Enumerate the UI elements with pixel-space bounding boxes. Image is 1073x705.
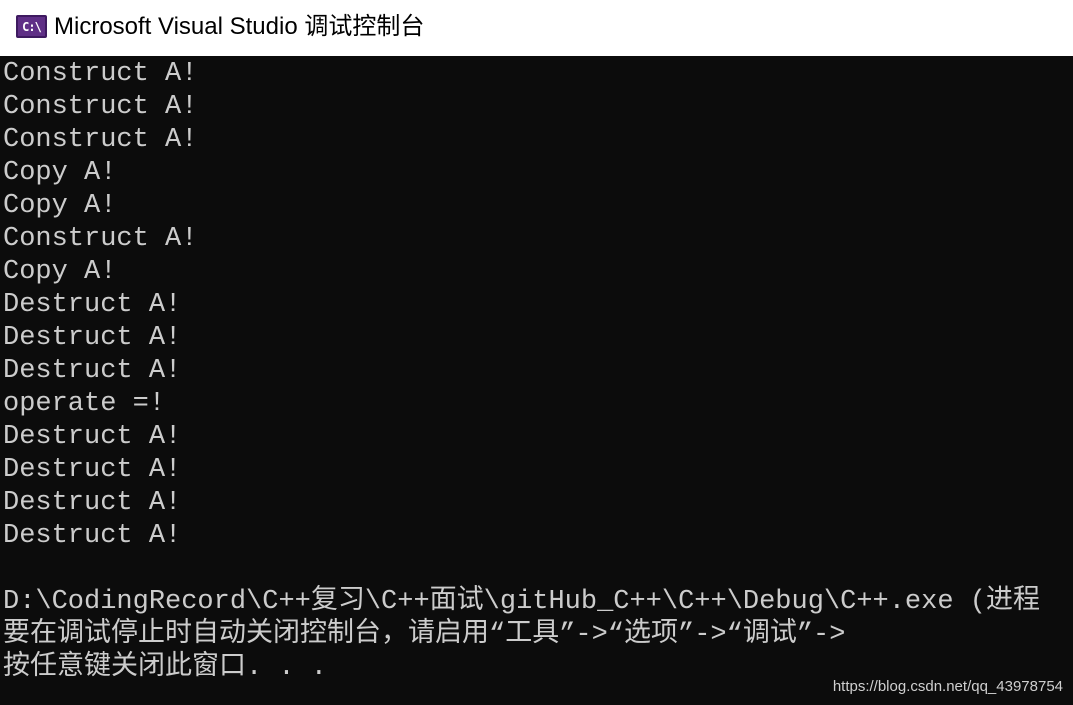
console-line: Destruct A!: [3, 290, 182, 320]
console-line: Destruct A!: [3, 455, 182, 485]
console-line: Copy A!: [3, 158, 117, 188]
console-output: Construct A! Construct A! Construct A! C…: [3, 58, 1040, 685]
console-window: C:\ Microsoft Visual Studio 调试控制台 Constr…: [0, 0, 1073, 705]
window-title: Microsoft Visual Studio 调试控制台: [54, 13, 425, 40]
csdn-watermark: https://blog.csdn.net/qq_43978754: [832, 678, 1063, 695]
console-line: Construct A!: [3, 125, 198, 155]
console-line-exit-path: D:\CodingRecord\C++复习\C++面试\gitHub_C++\C…: [3, 587, 1040, 617]
vs-debug-console-icon: C:\: [16, 15, 47, 38]
console-line-blank: [3, 553, 1040, 586]
console-line: operate =!: [3, 389, 166, 419]
console-line: Destruct A!: [3, 521, 182, 551]
console-line: Construct A!: [3, 92, 198, 122]
console-line: Construct A!: [3, 59, 198, 89]
console-line: Destruct A!: [3, 323, 182, 353]
console-line: Destruct A!: [3, 356, 182, 386]
title-bar[interactable]: C:\ Microsoft Visual Studio 调试控制台: [0, 0, 1073, 56]
console-line: Copy A!: [3, 191, 117, 221]
console-line: Destruct A!: [3, 422, 182, 452]
console-area[interactable]: Construct A! Construct A! Construct A! C…: [0, 56, 1073, 705]
console-line: Copy A!: [3, 257, 117, 287]
console-line: Destruct A!: [3, 488, 182, 518]
console-line: Construct A!: [3, 224, 198, 254]
console-line-hint: 要在调试停止时自动关闭控制台，请启用“工具”->“选项”->“调试”->: [3, 620, 846, 650]
